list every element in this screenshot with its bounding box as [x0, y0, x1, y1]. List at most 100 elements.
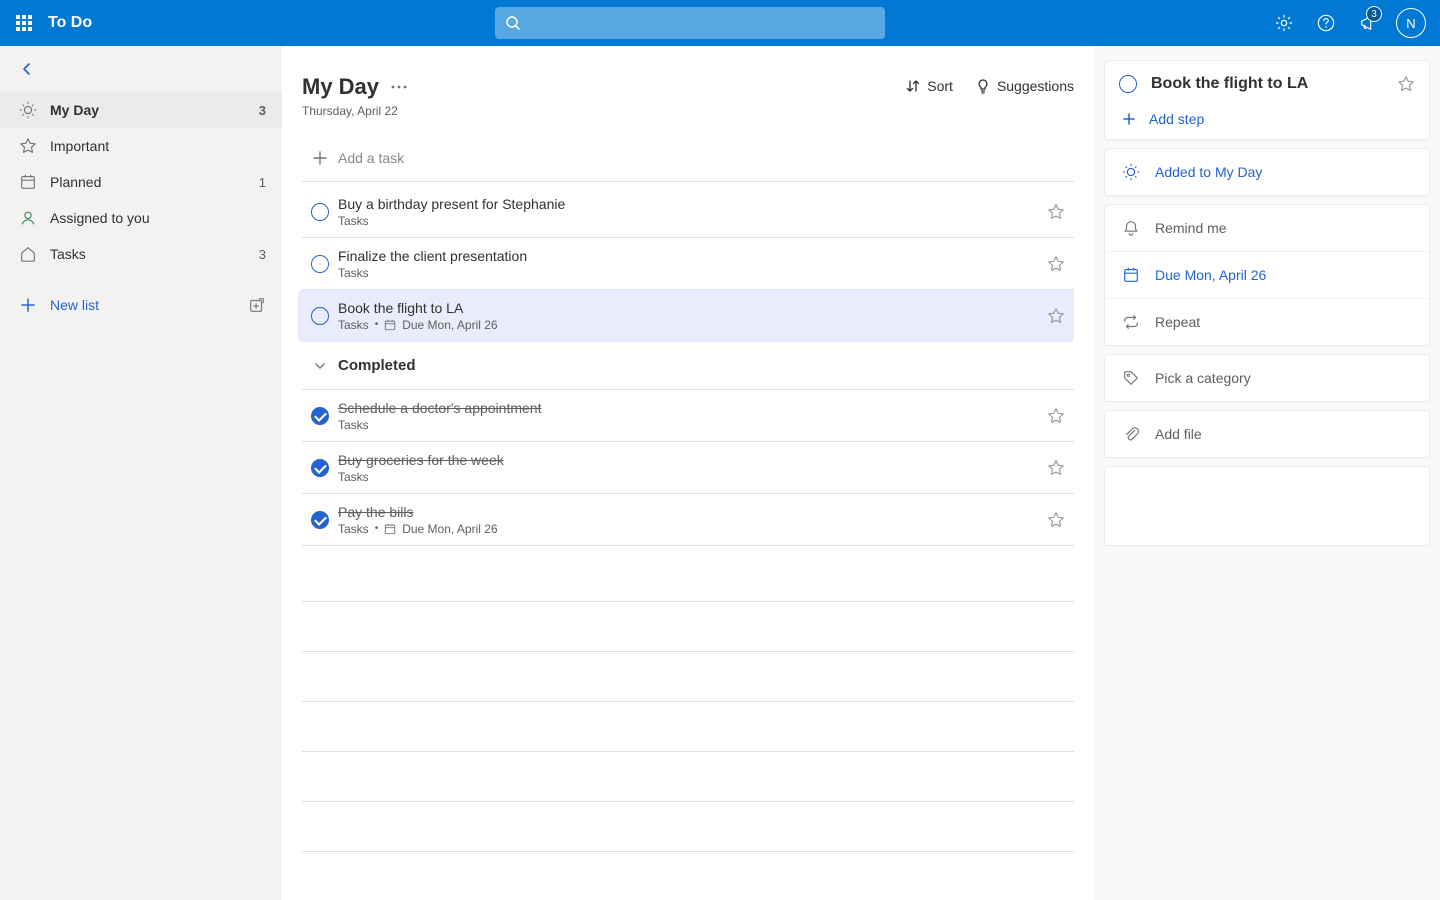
task-item[interactable]: Buy groceries for the week Tasks — [302, 442, 1074, 494]
task-due: Due Mon, April 26 — [402, 522, 497, 536]
task-checkbox[interactable] — [302, 255, 338, 273]
my-day-card: Added to My Day — [1104, 148, 1430, 196]
file-card: Add file — [1104, 410, 1430, 458]
avatar-initial: N — [1406, 16, 1415, 31]
account-avatar[interactable]: N — [1396, 8, 1426, 38]
notifications-button[interactable]: 3 — [1348, 0, 1388, 46]
detail-star-button[interactable] — [1397, 75, 1415, 93]
task-checkbox[interactable] — [302, 511, 338, 529]
add-file-button[interactable]: Add file — [1105, 411, 1429, 457]
plus-icon — [302, 149, 338, 167]
task-item[interactable]: Pay the bills Tasks • Due Mon, April 26 — [302, 494, 1074, 546]
calendar-icon — [16, 173, 40, 191]
nav-label: Planned — [50, 174, 101, 190]
task-star-button[interactable] — [1038, 511, 1074, 529]
task-checkbox[interactable] — [302, 407, 338, 425]
task-checkbox[interactable] — [302, 459, 338, 477]
completed-list: Schedule a doctor's appointment Tasks Bu… — [302, 390, 1074, 546]
add-task-input[interactable]: Add a task — [302, 134, 1074, 182]
pick-category-button[interactable]: Pick a category — [1105, 355, 1429, 401]
waffle-icon — [16, 15, 32, 31]
nav-item-assigned[interactable]: Assigned to you — [0, 200, 282, 236]
page-date: Thursday, April 22 — [302, 104, 905, 118]
app-launcher-button[interactable] — [8, 7, 40, 39]
task-star-button[interactable] — [1038, 203, 1074, 221]
completed-section-toggle[interactable]: Completed — [302, 342, 1074, 390]
search-box[interactable] — [495, 7, 885, 39]
star-outline-icon — [1047, 255, 1065, 273]
add-step-button[interactable]: Add step — [1105, 99, 1429, 139]
task-item[interactable]: Finalize the client presentation Tasks — [302, 238, 1074, 290]
calendar-icon — [1119, 266, 1143, 284]
home-icon — [16, 245, 40, 263]
nav-label: Assigned to you — [50, 210, 150, 226]
task-title: Pay the bills — [338, 504, 1038, 520]
star-outline-icon — [1047, 203, 1065, 221]
search-input[interactable] — [527, 15, 875, 31]
nav-list: My Day 3 Important Planned 1 — [0, 92, 282, 272]
nav-item-my-day[interactable]: My Day 3 — [0, 92, 282, 128]
star-icon — [16, 137, 40, 155]
remind-label: Remind me — [1155, 220, 1227, 236]
star-outline-icon — [1397, 75, 1415, 93]
task-due: Due Mon, April 26 — [402, 318, 497, 332]
repeat-button[interactable]: Repeat — [1105, 298, 1429, 345]
nav-count: 1 — [259, 175, 266, 190]
new-group-icon — [248, 296, 266, 314]
my-day-label: Added to My Day — [1155, 164, 1262, 180]
nav-count: 3 — [259, 103, 266, 118]
task-title: Buy a birthday present for Stephanie — [338, 196, 1038, 212]
notification-badge: 3 — [1366, 6, 1382, 22]
added-to-my-day-button[interactable]: Added to My Day — [1105, 149, 1429, 195]
suggestions-label: Suggestions — [997, 78, 1074, 94]
category-card: Pick a category — [1104, 354, 1430, 402]
task-star-button[interactable] — [1038, 255, 1074, 273]
due-date-button[interactable]: Due Mon, April 26 — [1105, 251, 1429, 298]
detail-pane: Book the flight to LA Add step Added to … — [1094, 46, 1440, 900]
sort-button[interactable]: Sort — [905, 78, 953, 94]
nav-item-important[interactable]: Important — [0, 128, 282, 164]
repeat-label: Repeat — [1155, 314, 1200, 330]
settings-button[interactable] — [1264, 0, 1304, 46]
reminder-card: Remind me Due Mon, April 26 Repeat — [1104, 204, 1430, 346]
task-list-name: Tasks — [338, 470, 369, 484]
gear-icon — [1275, 14, 1293, 32]
detail-checkbox[interactable] — [1119, 75, 1137, 93]
add-step-label: Add step — [1149, 111, 1204, 127]
calendar-small-icon — [384, 523, 396, 535]
help-button[interactable] — [1306, 0, 1346, 46]
task-list-name: Tasks — [338, 418, 369, 432]
task-star-button[interactable] — [1038, 307, 1074, 325]
due-label: Due Mon, April 26 — [1155, 267, 1266, 283]
nav-label: Tasks — [50, 246, 86, 262]
help-icon — [1317, 14, 1335, 32]
task-title: Finalize the client presentation — [338, 248, 1038, 264]
new-list-button[interactable]: New list — [50, 297, 248, 313]
task-checkbox[interactable] — [302, 203, 338, 221]
task-list-name: Tasks — [338, 522, 369, 536]
nav-item-tasks[interactable]: Tasks 3 — [0, 236, 282, 272]
app-title: To Do — [48, 14, 92, 32]
task-star-button[interactable] — [1038, 459, 1074, 477]
note-card[interactable] — [1104, 466, 1430, 546]
remind-me-button[interactable]: Remind me — [1105, 205, 1429, 251]
task-checkbox[interactable] — [302, 307, 338, 325]
detail-title[interactable]: Book the flight to LA — [1151, 75, 1397, 93]
task-title: Buy groceries for the week — [338, 452, 1038, 468]
new-list-row: New list — [0, 284, 282, 326]
task-list-name: Tasks — [338, 214, 369, 228]
collapse-sidebar-button[interactable] — [0, 62, 282, 92]
nav-item-planned[interactable]: Planned 1 — [0, 164, 282, 200]
suggestions-button[interactable]: Suggestions — [975, 78, 1074, 94]
plus-icon — [16, 297, 40, 313]
topbar: To Do — [0, 0, 1440, 46]
sun-icon — [16, 101, 40, 119]
file-label: Add file — [1155, 426, 1202, 442]
more-icon — [391, 85, 407, 89]
task-item[interactable]: Book the flight to LA Tasks • Due Mon, A… — [298, 290, 1074, 342]
task-item[interactable]: Buy a birthday present for Stephanie Tas… — [302, 186, 1074, 238]
create-group-button[interactable] — [248, 296, 266, 314]
list-options-button[interactable] — [391, 85, 407, 89]
task-star-button[interactable] — [1038, 407, 1074, 425]
task-item[interactable]: Schedule a doctor's appointment Tasks — [302, 390, 1074, 442]
